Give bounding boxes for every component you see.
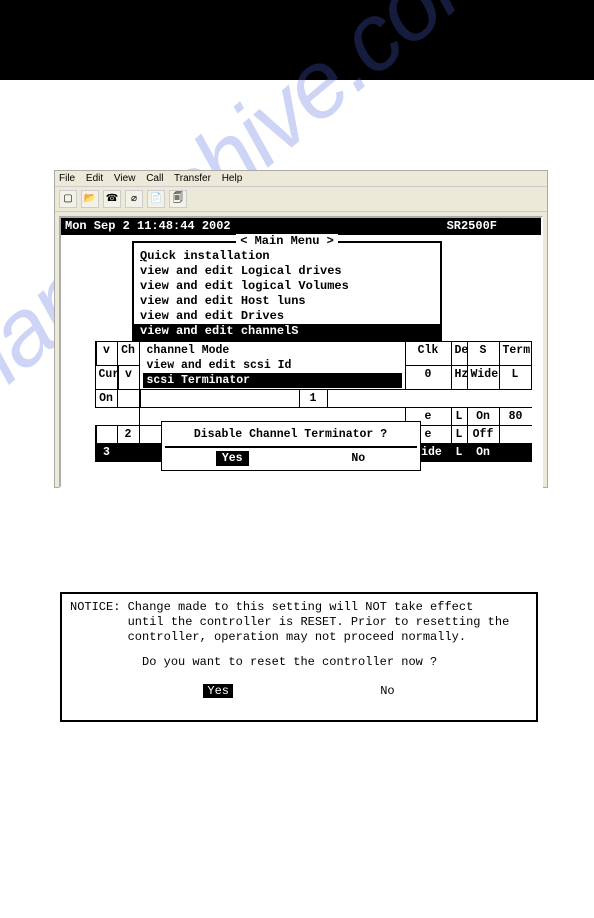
cell-ch-3[interactable]: 3 [95,443,118,462]
menu-logical-volumes[interactable]: view and edit logical Volumes [134,279,440,294]
confirm-dialog: Disable Channel Terminator ? Yes No [161,421,421,471]
dialog-no-button[interactable]: No [351,451,365,466]
col-term: Term [499,341,532,366]
cell-cur-0 [117,389,140,408]
col-s: S [467,341,500,366]
menu-help[interactable]: Help [222,173,243,184]
cell-ch-2[interactable]: 2 [117,425,140,444]
hyperterminal-window: File Edit View Call Transfer Help ▢ 📂 ☎ … [54,170,548,488]
side-cell: v [117,365,140,390]
cell-cur-2 [499,425,532,444]
dialog-yes-button[interactable]: Yes [216,451,249,466]
notice-line-1: NOTICE: Change made to this setting will… [70,600,528,615]
col-ch: Ch [117,341,140,366]
menu-file[interactable]: File [59,173,75,184]
menu-view[interactable]: View [114,173,136,184]
cell-s-2: L [451,425,468,444]
submenu-scsi-id[interactable]: view and edit scsi Id [143,358,402,373]
status-datetime: Mon Sep 2 11:48:44 2002 [65,219,447,234]
main-menu-title: < Main Menu > [236,234,338,248]
submenu-channel-mode[interactable]: channel Mode [143,343,402,358]
menu-channels[interactable]: view and edit channelS [134,324,440,339]
channel-submenu: channel Mode view and edit scsi Id scsi … [139,341,406,390]
cell-term-2: Off [467,425,500,444]
col-curs: CurS [95,365,118,390]
cell-s-3: L [451,443,468,462]
notice-line-2: until the controller is RESET. Prior to … [70,615,528,630]
cell-s-0: L [499,365,532,390]
toolbar-send-icon[interactable]: 📄 [147,190,165,208]
cell-clk-0: Hz [451,365,468,390]
toolbar-props-icon[interactable]: 🗐 [169,190,187,208]
notice-dialog: NOTICE: Change made to this setting will… [60,592,538,722]
menu-call[interactable]: Call [146,173,163,184]
notice-yes-button[interactable]: Yes [203,684,233,698]
toolbar-new-icon[interactable]: ▢ [59,190,77,208]
side-cell [139,389,300,408]
side-cell: v [95,341,118,366]
col-clk: Clk [405,341,452,366]
toolbar-connect-icon[interactable]: ☎ [103,190,121,208]
cell-cur-1: 80 [499,407,532,426]
notice-line-4: Do you want to reset the controller now … [70,655,528,670]
menu-host-luns[interactable]: view and edit Host luns [134,294,440,309]
toolbar-open-icon[interactable]: 📂 [81,190,99,208]
channel-grid: v Ch channel Mode view and edit scsi Id … [95,341,541,461]
cell-wid-0: Wide [467,365,500,390]
terminal-area: Mon Sep 2 11:48:44 2002 SR2500F < Main M… [59,216,543,488]
cell-s-1: L [451,407,468,426]
window-menubar: File Edit View Call Transfer Help [55,171,547,187]
toolbar-disconnect-icon[interactable]: ⌀ [125,190,143,208]
menu-quick-install[interactable]: Quick installation [134,249,440,264]
cell-ch-0[interactable]: 0 [405,365,452,390]
menu-logical-drives[interactable]: view and edit Logical drives [134,264,440,279]
menu-edit[interactable]: Edit [86,173,103,184]
cell-term-3: On [467,443,500,462]
cell-term-1: On [467,407,500,426]
terminal-status-bar: Mon Sep 2 11:48:44 2002 SR2500F [61,218,541,235]
main-menu-box: < Main Menu > Quick installation view an… [132,241,442,341]
status-model: SR2500F [447,219,537,234]
cell-ch-1[interactable]: 1 [299,389,328,408]
side-cell [95,425,118,444]
cell-term-0: On [95,389,118,408]
col-defwid: DefWid [451,341,468,366]
menu-transfer[interactable]: Transfer [174,173,211,184]
dialog-message: Disable Channel Terminator ? [165,423,417,448]
page-black-header [0,0,594,80]
notice-no-button[interactable]: No [380,684,394,698]
menu-drives[interactable]: view and edit Drives [134,309,440,324]
cell-cur-3 [499,443,532,462]
window-toolbar: ▢ 📂 ☎ ⌀ 📄 🗐 [55,187,547,212]
notice-line-3: controller, operation may not proceed no… [70,630,528,645]
submenu-scsi-terminator[interactable]: scsi Terminator [143,373,402,388]
